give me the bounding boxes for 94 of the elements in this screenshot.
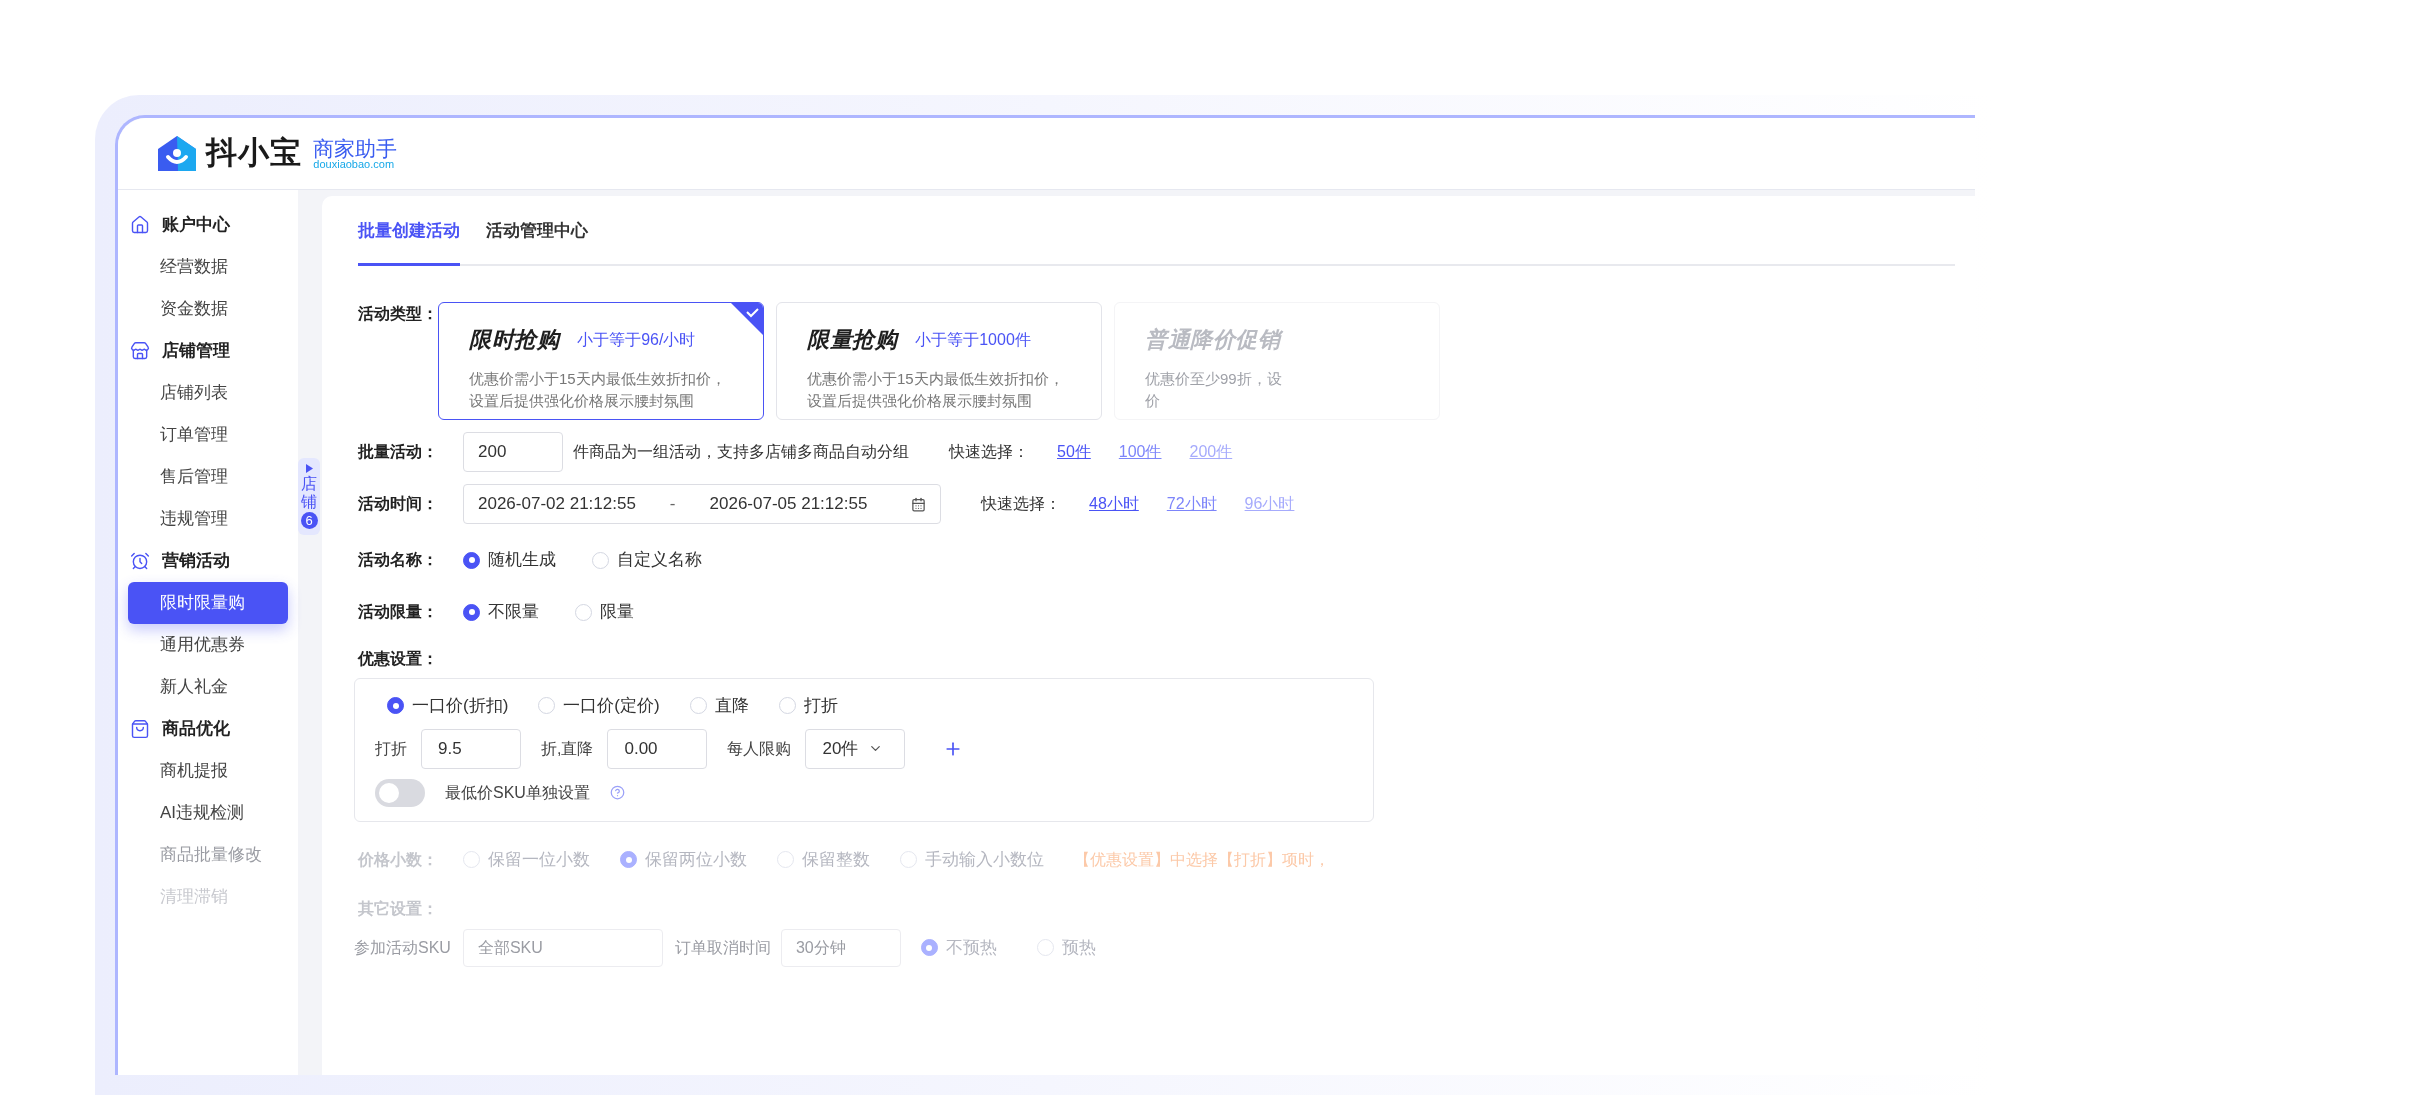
sidebar-item[interactable]: 订单管理 <box>128 414 288 456</box>
dropdown-value: 20件 <box>822 737 859 760</box>
end-date: 2026-07-05 21:12:55 <box>709 493 868 516</box>
form-label: 活动名称： <box>358 550 439 570</box>
alarm-clock-icon <box>130 551 150 571</box>
store-tab[interactable]: 店铺 6 <box>298 458 320 536</box>
radio-label: 保留一位小数 <box>488 848 590 871</box>
card-title: 限时抢购 <box>469 326 560 354</box>
sidebar-group: 账户中心 <box>162 212 230 238</box>
form-label: 优惠设置： <box>358 649 439 669</box>
card-limit: 小于等于1000件 <box>915 329 1031 350</box>
form-label: 其它设置： <box>358 898 439 919</box>
radio-label: 打折 <box>803 695 838 717</box>
quick-select-link[interactable]: 50件 <box>1057 440 1091 464</box>
toggle-label: 最低价SKU单独设置 <box>445 782 590 803</box>
card-limit: 小于等于96/小时 <box>577 329 696 350</box>
form-label: 活动时间： <box>358 494 439 514</box>
card-description: 价 <box>1145 391 1161 411</box>
batch-hint: 件商品为一组活动，支持多店铺多商品自动分组 <box>573 442 909 462</box>
field-label: 订单取消时间 <box>674 937 771 958</box>
quick-select-label: 快速选择： <box>981 494 1061 514</box>
field-label: 打折 <box>375 738 407 759</box>
radio-button[interactable] <box>920 939 938 956</box>
sidebar-group: 商品优化 <box>162 716 230 742</box>
sidebar-item[interactable]: 违规管理 <box>128 498 288 540</box>
limit-dropdown[interactable]: 20件 <box>805 728 906 769</box>
sidebar-item[interactable]: 资金数据 <box>128 288 288 330</box>
batch-input[interactable]: 200 <box>463 432 563 472</box>
number-input[interactable]: 0.00 <box>607 728 708 769</box>
date-range-field[interactable]: 2026-07-02 21:12:55 - 2026-07-05 21:12:55 <box>463 484 941 524</box>
radio-label: 不预热 <box>945 936 997 959</box>
tab[interactable]: 批量创建活动 <box>358 198 460 266</box>
logo-tagline: 商家助手 <box>313 137 398 159</box>
sidebar-item[interactable]: 新人礼金 <box>128 666 288 708</box>
sidebar-group: 营销活动 <box>162 548 230 574</box>
number-input[interactable]: 9.5 <box>421 728 521 769</box>
help-icon[interactable] <box>609 785 625 800</box>
count-badge: 6 <box>300 512 318 530</box>
radio-label: 一口价(折扣) <box>412 695 509 717</box>
field-label: 折,直降 <box>541 738 594 759</box>
logo-domain: douxiaobao.com <box>313 158 395 170</box>
bag-icon <box>130 719 150 739</box>
activity-type-card[interactable]: 限量抢购 小于等于1000件 优惠价需小于15天内最低生效折扣价， 设置后提供强化价格展示腰封氛围 <box>776 302 1102 420</box>
check-corner-icon <box>731 303 763 335</box>
sidebar-item[interactable]: AI违规检测 <box>128 792 288 834</box>
toggle-switch[interactable] <box>375 778 425 807</box>
radio-label: 不限量 <box>488 601 539 624</box>
store-icon <box>130 341 150 361</box>
sidebar-item[interactable]: 经营数据 <box>128 246 288 288</box>
tab[interactable]: 活动管理中心 <box>486 198 588 266</box>
card-description: 设置后提供强化价格展示腰封氛围 <box>469 391 695 411</box>
start-date: 2026-07-02 21:12:55 <box>478 493 636 516</box>
radio-label: 手动输入小数位 <box>925 848 1044 871</box>
store-tab-label: 店铺 <box>301 475 317 511</box>
radio-button[interactable] <box>620 851 637 868</box>
quick-select-link[interactable]: 48小时 <box>1089 492 1139 516</box>
radio-label: 预热 <box>1061 936 1096 959</box>
logo-icon <box>156 134 198 173</box>
home-icon <box>130 215 150 235</box>
calendar-icon <box>911 496 926 512</box>
radio-button[interactable] <box>463 603 480 621</box>
sidebar-item[interactable]: 售后管理 <box>128 456 288 498</box>
radio-label: 保留整数 <box>802 848 870 871</box>
form-label: 价格小数： <box>358 849 439 870</box>
sidebar-item[interactable]: 商机提报 <box>128 750 288 792</box>
radio-label: 限量 <box>600 601 634 624</box>
radio-button[interactable] <box>463 551 480 569</box>
sidebar-item[interactable]: 限时限量购 <box>128 582 288 624</box>
card-description: 设置后提供强化价格展示腰封氛围 <box>807 391 1033 411</box>
quick-select-label: 快速选择： <box>949 442 1029 462</box>
radio-label: 随机生成 <box>488 549 556 572</box>
range-separator: - <box>669 493 676 516</box>
radio-label: 直降 <box>714 695 749 717</box>
form-label: 活动类型： <box>358 305 438 322</box>
card-title: 普通降价促销 <box>1145 326 1281 354</box>
logo-name: 抖小宝 <box>206 134 302 173</box>
sidebar-group: 店铺管理 <box>162 338 230 364</box>
field-label: 每人限购 <box>727 738 792 759</box>
form-label: 批量活动： <box>358 442 439 462</box>
radio-label: 保留两位小数 <box>645 848 747 871</box>
card-description: 优惠价需小于15天内最低生效折扣价， <box>807 369 1065 389</box>
radio-label: 自定义名称 <box>617 549 702 572</box>
warning-note: 【优惠设置】中选择【打折】项时， <box>1074 849 1330 870</box>
card-description: 优惠价至少99折，设 <box>1145 369 1283 389</box>
field-label: 参加活动SKU <box>354 937 451 958</box>
form-label: 活动限量： <box>358 602 439 622</box>
sidebar-item[interactable]: 通用优惠券 <box>128 624 288 666</box>
card-description: 优惠价需小于15天内最低生效折扣价， <box>469 369 727 389</box>
activity-type-card[interactable]: 限时抢购 小于等于96/小时 优惠价需小于15天内最低生效折扣价， 设置后提供强化价格展示腰封氛围 <box>438 302 764 420</box>
sidebar-item[interactable]: 店铺列表 <box>128 372 288 414</box>
radio-label: 一口价(定价) <box>563 695 660 717</box>
triangle-icon <box>305 464 313 473</box>
card-title: 限量抢购 <box>807 326 898 354</box>
radio-button[interactable] <box>387 697 404 715</box>
